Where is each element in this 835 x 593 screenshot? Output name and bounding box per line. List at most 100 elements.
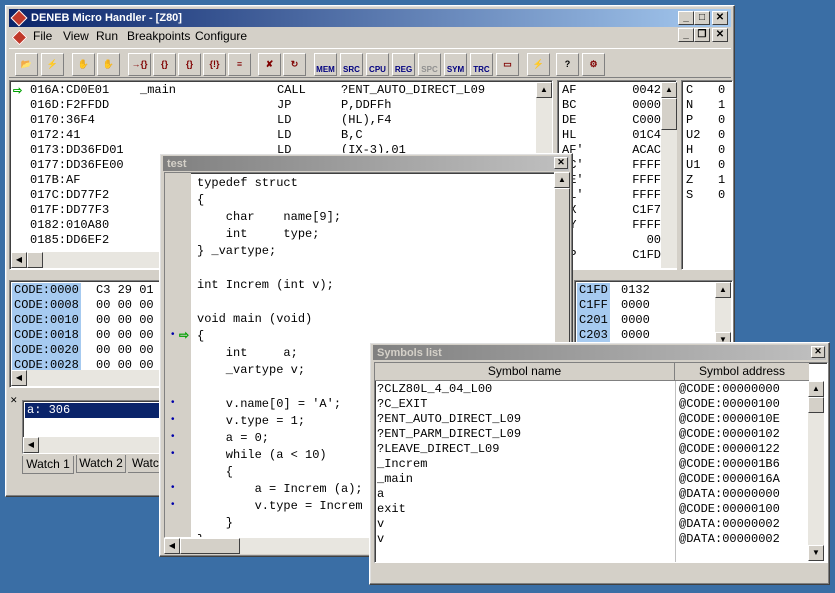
memory-bytes[interactable]: 00 00 00 [96, 328, 154, 343]
run-to-icon[interactable]: {!} [203, 53, 226, 76]
flag-value[interactable]: 0 [718, 128, 725, 143]
flag-value[interactable]: 1 [718, 98, 725, 113]
hand-stop-icon[interactable]: ✋ [97, 53, 120, 76]
menu-configure[interactable]: Configure [195, 29, 247, 43]
scroll-thumb[interactable] [661, 98, 677, 130]
symbol-address[interactable]: @CODE:00000100 [679, 502, 780, 517]
breakpoint-dot-icon[interactable]: • [171, 397, 175, 408]
scroll-left-button[interactable]: ◀ [11, 252, 27, 268]
flag-value[interactable]: 0 [718, 113, 725, 128]
watch-value[interactable]: a: 306 [25, 403, 165, 418]
source-line[interactable]: a = Increm (a); [197, 481, 363, 498]
memory-bytes[interactable]: C3 29 01 [96, 283, 154, 298]
stack-value[interactable]: 0000 [621, 298, 650, 313]
disasm-addr[interactable]: 0170:36F4 [30, 113, 95, 128]
memory-bytes[interactable]: 00 00 00 [96, 298, 154, 313]
symbol-name[interactable]: _main [377, 472, 413, 487]
scroll-up-button[interactable]: ▲ [715, 282, 731, 298]
flag-value[interactable]: 0 [718, 83, 725, 98]
hand-icon[interactable]: ✋ [72, 53, 95, 76]
stack-vscroll[interactable]: ▲ ▼ [715, 282, 731, 348]
register-value[interactable]: FFFF [608, 173, 661, 188]
symbol-address[interactable]: @DATA:00000002 [679, 517, 780, 532]
symbol-address[interactable]: @CODE:00000000 [679, 382, 780, 397]
source-line[interactable]: char name[9]; [197, 209, 341, 226]
watch-pane[interactable]: a: 306 ◀ [22, 400, 167, 454]
maximize-button[interactable]: □ [694, 11, 710, 25]
symbol-address[interactable]: @DATA:00000002 [679, 532, 780, 547]
breakpoint-dot-icon[interactable]: • [171, 414, 175, 425]
watch-tab-2[interactable]: Watch 2 [76, 455, 126, 473]
register-value[interactable]: FFFF [608, 158, 661, 173]
reset-icon[interactable]: ↻ [283, 53, 306, 76]
flag-value[interactable]: 0 [718, 158, 725, 173]
register-value[interactable]: 00 [608, 233, 661, 248]
disasm-addr[interactable]: 0182:010A80 [30, 218, 109, 233]
register-value[interactable]: 01C4 [608, 128, 661, 143]
cpu-icon[interactable]: CPU [366, 53, 389, 76]
animate-icon[interactable]: ≡ [228, 53, 251, 76]
menu-file[interactable]: File [33, 29, 52, 43]
watch-tab-1[interactable]: Watch 1 [22, 456, 74, 474]
open-icon[interactable]: 📂 [15, 53, 38, 76]
disasm-addr[interactable]: 017F:DD77F3 [30, 203, 109, 218]
symbol-address[interactable]: @CODE:000001B6 [679, 457, 780, 472]
disasm-addr[interactable]: 0173:DD36FD01 [30, 143, 124, 158]
disasm-addr[interactable]: 0172:41 [30, 128, 80, 143]
scroll-up-button[interactable]: ▲ [661, 82, 677, 98]
breakpoint-dot-icon[interactable]: • [171, 499, 175, 510]
col-header-symbol-address[interactable]: Symbol address [675, 363, 809, 381]
scroll-up-button[interactable]: ▲ [808, 381, 824, 397]
stack-value[interactable]: 0132 [621, 283, 650, 298]
source-line[interactable]: } [197, 515, 233, 532]
registers-pane[interactable]: AF0042BC0000DEC000HL01C4AF'ACACBC'FFFFDE… [557, 80, 677, 270]
register-value[interactable]: C1FD [608, 248, 661, 263]
source-line[interactable]: v.type = 1; [197, 413, 305, 430]
disasm-addr[interactable]: 016A:CD0E01 [30, 83, 109, 98]
memory-bytes[interactable]: 00 00 00 [96, 313, 154, 328]
disasm-addr[interactable]: 017C:DD77F2 [30, 188, 109, 203]
register-value[interactable]: C1F7 [608, 203, 661, 218]
source-line[interactable]: typedef struct [197, 175, 298, 192]
mdi-minimize-button[interactable]: _ [678, 28, 694, 42]
mdi-icon[interactable] [11, 29, 28, 46]
symbol-address[interactable]: @CODE:00000102 [679, 427, 780, 442]
source-line[interactable]: v.type = Increm [197, 498, 363, 515]
settings-icon[interactable]: ⚙ [582, 53, 605, 76]
register-value[interactable]: ACAC [608, 143, 661, 158]
scroll-thumb[interactable] [27, 252, 43, 268]
register-value[interactable]: 0042 [608, 83, 661, 98]
symbol-address[interactable]: @CODE:0000010E [679, 412, 780, 427]
sym-icon[interactable]: SYM [444, 53, 467, 76]
register-value[interactable]: 0000 [608, 98, 661, 113]
symbol-name[interactable]: exit [377, 502, 406, 517]
scroll-left-button[interactable]: ◀ [11, 370, 27, 386]
flag-value[interactable]: 1 [718, 173, 725, 188]
scroll-left-button[interactable]: ◀ [23, 437, 39, 453]
source-line[interactable]: int a; [197, 345, 298, 362]
watch-icon[interactable]: ▭ [496, 53, 519, 76]
registers-vscroll[interactable]: ▲ [661, 82, 677, 268]
source-line[interactable]: while (a < 10) [197, 447, 327, 464]
symbol-name[interactable]: v [377, 532, 384, 547]
help-icon[interactable]: ? [556, 53, 579, 76]
source-line[interactable]: } _vartype; [197, 243, 276, 260]
mem-icon[interactable]: MEM [314, 53, 337, 76]
scroll-thumb[interactable] [554, 188, 570, 348]
step-out-icon[interactable]: {} [178, 53, 201, 76]
disasm-addr[interactable]: 016D:F2FFDD [30, 98, 109, 113]
source-line[interactable]: { [197, 328, 204, 345]
symbol-address[interactable]: @CODE:00000122 [679, 442, 780, 457]
symbols-close-button[interactable]: ✕ [811, 346, 825, 358]
symbol-name[interactable]: ?LEAVE_DIRECT_L09 [377, 442, 499, 457]
register-value[interactable]: C000 [608, 113, 661, 128]
symbols-vscroll[interactable]: ▲ ▼ [808, 381, 824, 561]
scroll-left-button[interactable]: ◀ [164, 538, 180, 554]
breakpoint-dot-icon[interactable]: • [171, 482, 175, 493]
symbol-name[interactable]: v [377, 517, 384, 532]
symbols-list[interactable]: Symbol name Symbol address ?CLZ80L_4_04_… [374, 362, 828, 563]
symbol-name[interactable]: a [377, 487, 384, 502]
src-icon[interactable]: SRC [340, 53, 363, 76]
flags-pane[interactable]: C 0 N 1 P 0 U2 0 H 0 U1 0 Z 1 S 0 [681, 80, 733, 270]
source-line[interactable]: int Increm (int v); [197, 277, 334, 294]
